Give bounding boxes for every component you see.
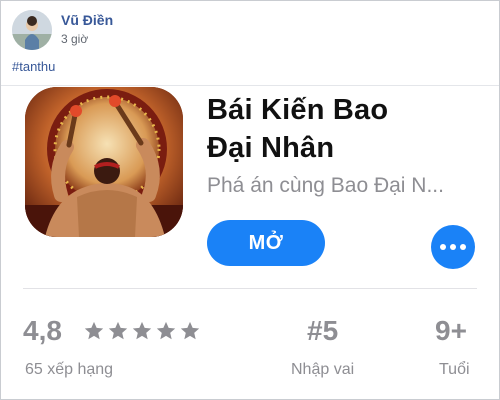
facebook-post: Vũ Điền 3 giờ #tanthu Bái Kiến Bao Đại N… [0, 0, 500, 400]
app-icon[interactable] [25, 87, 183, 237]
author-avatar[interactable] [12, 10, 52, 50]
dot [450, 244, 456, 250]
age-label: Tuổi [439, 361, 470, 378]
app-title-line1: Bái Kiến Bao [207, 94, 389, 126]
post-header: Vũ Điền 3 giờ #tanthu [1, 1, 499, 85]
section-divider [23, 288, 477, 289]
star-icon [180, 321, 200, 340]
avatar-image [12, 10, 52, 50]
author-name[interactable]: Vũ Điền [61, 12, 113, 28]
divider [1, 85, 499, 86]
rating-value: 4,8 [23, 315, 62, 346]
app-title-line2: Đại Nhân [207, 132, 335, 164]
star-icon [108, 321, 128, 340]
rank-category: Nhập vai [291, 361, 355, 378]
dot [460, 244, 466, 250]
star-icon [156, 321, 176, 340]
star-icon [132, 321, 152, 340]
ellipsis-icon[interactable] [431, 225, 475, 269]
star-icon [84, 321, 104, 340]
rating-count: 65 xếp hạng [25, 361, 114, 378]
app-store-screenshot: Bái Kiến Bao Đại Nhân Phá án cùng Bao Đạ… [1, 85, 499, 399]
post-timestamp[interactable]: 3 giờ [61, 32, 88, 46]
app-subtitle: Phá án cùng Bao Đại N... [207, 174, 444, 197]
app-icon-artwork [25, 87, 183, 237]
chart-rank: #5 [307, 315, 339, 346]
star-rating [83, 320, 201, 342]
app-title: Bái Kiến Bao Đại Nhân [207, 91, 497, 167]
dot [440, 244, 446, 250]
age-rating: 9+ [435, 315, 467, 346]
open-button[interactable]: MỞ [207, 220, 325, 266]
hashtag-link[interactable]: #tanthu [12, 59, 55, 74]
